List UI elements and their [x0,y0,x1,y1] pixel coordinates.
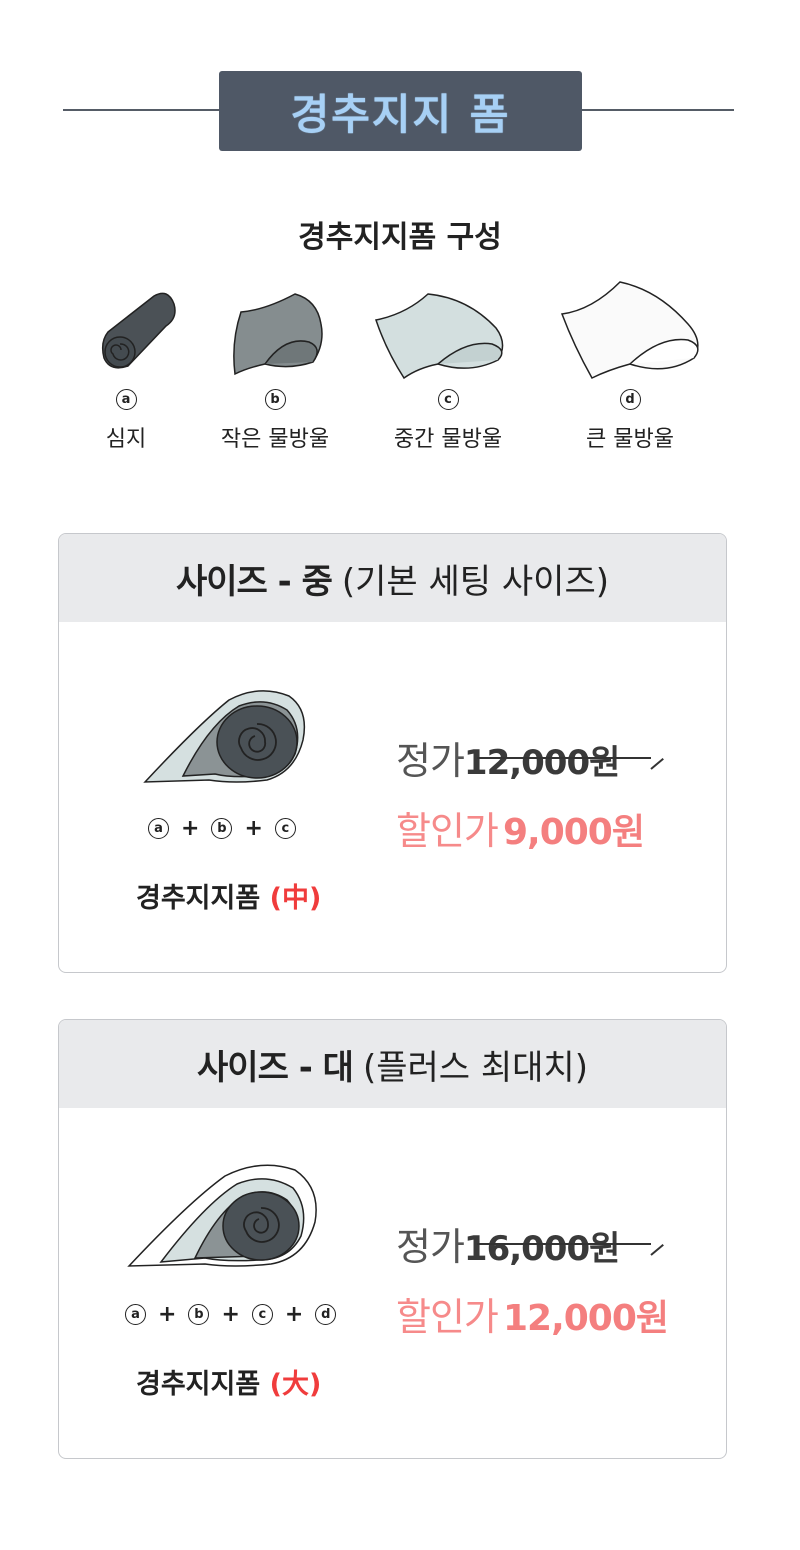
strikethrough-line [477,1243,651,1245]
badge-b: b [211,818,233,839]
badge-d: d [315,1304,337,1325]
product-name: 경추지지폼 (中) [136,883,322,914]
sale-price-row: 할인가 12,000원 [396,1286,669,1341]
badge-b: b [188,1304,210,1325]
plus-icon: + [221,1302,240,1327]
plus-icon: + [181,816,200,841]
title-divider-right [578,109,734,111]
strikethrough-tail [650,757,664,770]
plus-icon: + [244,816,263,841]
size-card-medium: 사이즈 - 중 (기본 세팅 사이즈) a + b + c 경추지지폼 (中) … [58,533,727,973]
sale-price-label: 할인가 [396,1295,499,1339]
badge-c: c [251,1304,273,1325]
title-banner: 경추지지 폼 [219,71,582,151]
sale-price-row: 할인가 9,000원 [396,800,645,855]
composition-formula: a + b + c [148,816,296,841]
regular-price-label: 정가 [396,739,465,783]
composition-item-medium-drop: c 중간 물방울 [358,280,538,452]
size-card-header: 사이즈 - 대 (플러스 최대치) [59,1020,726,1108]
size-subtitle: (플러스 최대치) [362,1047,588,1088]
badge-c: c [437,389,459,410]
composition-item-small-drop: b 작은 물방울 [185,280,365,452]
regular-price-label: 정가 [396,1225,465,1269]
large-roll-icon [127,1164,317,1267]
regular-price: 12,000원 [463,743,620,783]
sale-price-label: 할인가 [396,809,499,853]
composition-formula: a + b + c + d [125,1302,337,1327]
product-name: 경추지지폼 (大) [136,1369,322,1400]
plus-icon: + [284,1302,304,1327]
strikethrough-line [477,757,651,759]
badge-c: c [274,818,296,839]
page-title: 경추지지 폼 [290,89,511,139]
product-size: (大) [269,1369,322,1400]
size-card-large: 사이즈 - 대 (플러스 최대치) a + b + c + d 경추지지폼 (大… [58,1019,727,1459]
composition-label-large-drop: 큰 물방울 [586,427,674,452]
badge-a: a [115,389,137,410]
size-title: 사이즈 - 대 [197,1047,354,1088]
composition-label-medium-drop: 중간 물방울 [393,427,503,452]
product-size: (中) [269,883,322,914]
small-drop-sheet-icon [233,293,323,376]
badge-a: a [125,1304,146,1325]
medium-drop-sheet-icon [375,293,504,380]
composition-label-small-drop: 작은 물방울 [220,427,330,452]
composition-item-large-drop: d 큰 물방울 [540,280,720,452]
medium-roll-icon [143,690,306,783]
composition-heading: 경추지지폼 구성 [298,220,502,255]
strikethrough-tail [650,1243,664,1256]
sale-price: 12,000원 [502,1298,669,1339]
large-drop-sheet-icon [560,281,699,379]
regular-price: 16,000원 [463,1229,620,1269]
title-divider-left [63,109,223,111]
badge-b: b [264,389,286,410]
size-card-header: 사이즈 - 중 (기본 세팅 사이즈) [59,534,726,622]
badge-d: d [619,389,641,410]
badge-a: a [148,818,169,839]
size-subtitle: (기본 세팅 사이즈) [341,561,609,602]
plus-icon: + [158,1302,177,1327]
sale-price: 9,000원 [502,812,645,853]
size-title: 사이즈 - 중 [175,561,333,602]
